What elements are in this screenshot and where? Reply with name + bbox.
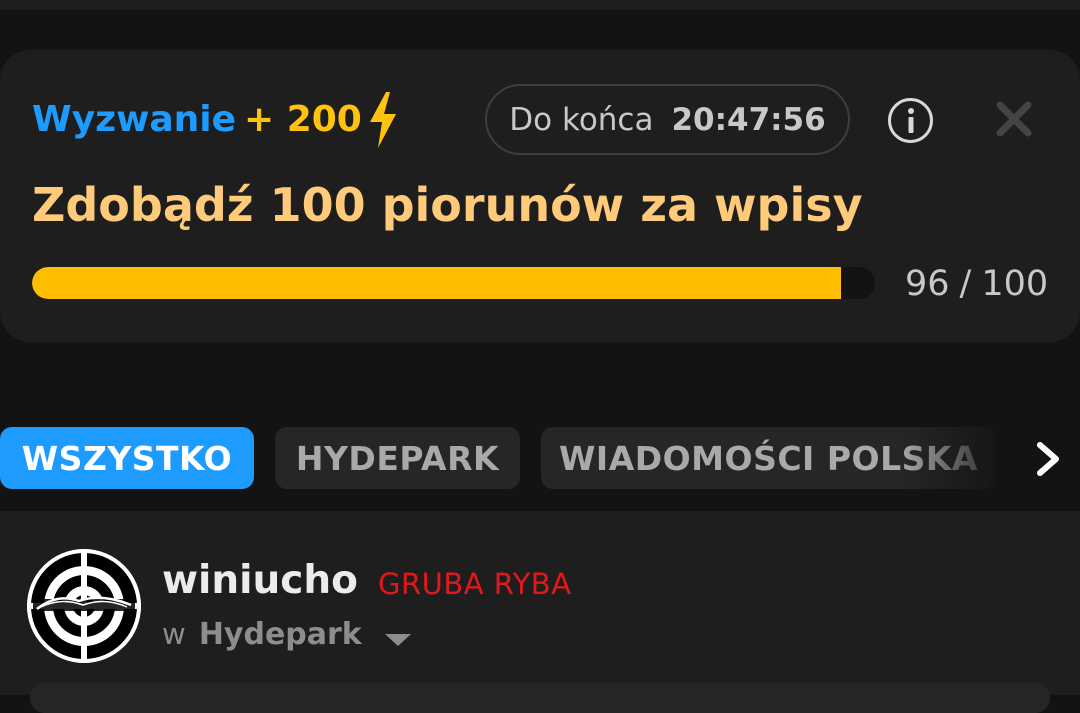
- timer-label: Do końca: [509, 101, 654, 138]
- progress-separator: /: [959, 264, 972, 304]
- progress-current: 96: [905, 264, 950, 304]
- post-community-line: w Hydepark: [162, 614, 411, 659]
- progress-bar: [32, 267, 875, 299]
- challenge-reward: + 200: [244, 99, 362, 140]
- progress-total: 100: [981, 264, 1049, 304]
- caret-down-icon[interactable]: [384, 633, 411, 646]
- chevron-right-icon[interactable]: [1028, 439, 1068, 479]
- progress-fill: [32, 267, 842, 299]
- avatar-image: [27, 549, 141, 663]
- challenge-label: Wyzwanie: [32, 99, 237, 140]
- community-prefix: w: [162, 617, 186, 651]
- tab-all[interactable]: WSZYSTKO: [0, 427, 254, 489]
- post-username[interactable]: winiucho: [162, 556, 358, 606]
- category-tabs: WSZYSTKO HYDEPARK WIADOMOŚCI POLSKA: [0, 427, 1080, 491]
- top-strip: [0, 0, 1080, 10]
- progress-count: 96/100: [905, 262, 1048, 306]
- countdown-timer: Do końca 20:47:56: [485, 84, 850, 155]
- tab-hydepark[interactable]: HYDEPARK: [275, 427, 520, 489]
- timer-value: 20:47:56: [671, 101, 826, 138]
- challenge-title: Zdobądź 100 piorunów za wpisy: [32, 178, 863, 232]
- user-rank-badge: GRUBA RYBA: [378, 567, 572, 601]
- avatar[interactable]: [27, 549, 141, 663]
- community-link[interactable]: Hydepark: [199, 617, 362, 652]
- lightning-bolt-icon: [370, 92, 396, 148]
- info-icon: [907, 107, 914, 133]
- close-icon[interactable]: [994, 99, 1034, 139]
- info-button[interactable]: [888, 98, 933, 143]
- next-post-card: [30, 683, 1050, 713]
